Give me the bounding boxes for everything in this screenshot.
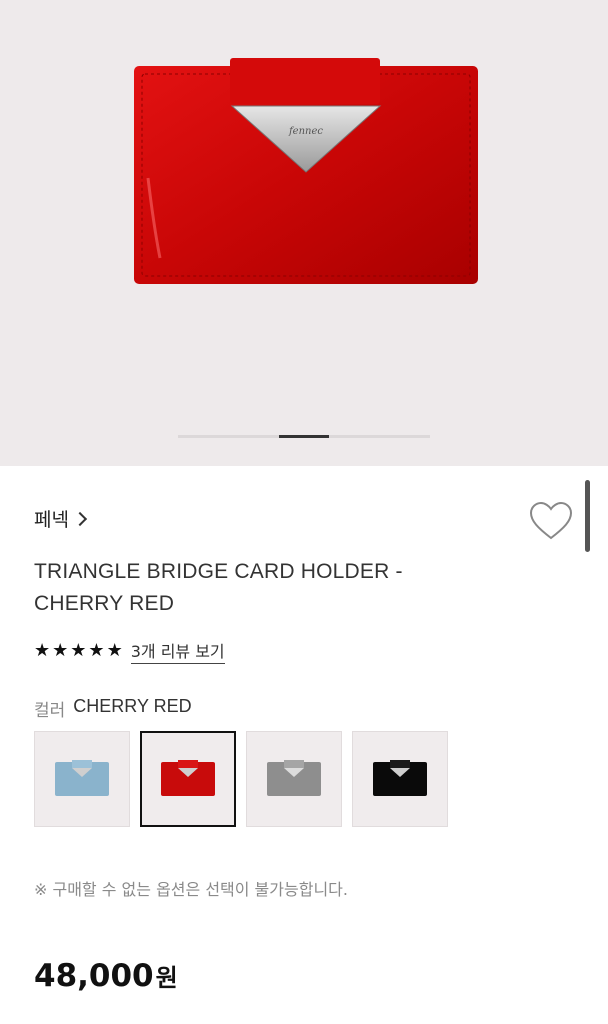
product-image-carousel[interactable]: fennec: [0, 0, 608, 466]
color-swatches: [34, 731, 448, 827]
swatch-image: [55, 760, 109, 796]
rating-row: ★ ★ ★ ★ ★ 3개 리뷰 보기: [34, 638, 225, 664]
star-icon: ★: [34, 640, 51, 661]
product-title-line2: CHERRY RED: [34, 592, 175, 615]
product-title-line1: TRIANGLE BRIDGE CARD HOLDER -: [34, 560, 403, 583]
carousel-pager-active: [279, 435, 329, 438]
carousel-pager: [178, 435, 430, 438]
price: 48,000 원: [34, 958, 178, 994]
logo-engraving: fennec: [288, 126, 323, 137]
star-icon: ★: [106, 640, 123, 661]
star-icon: ★: [70, 640, 87, 661]
star-icon: ★: [88, 640, 105, 661]
swatch-image: [267, 760, 321, 796]
product-title: TRIANGLE BRIDGE CARD HOLDER - CHERRY RED: [34, 556, 554, 620]
swatch-image: [373, 760, 427, 796]
swatch-sky-blue[interactable]: [34, 731, 130, 827]
swatch-black[interactable]: [352, 731, 448, 827]
star-rating: ★ ★ ★ ★ ★: [34, 641, 123, 661]
price-amount: 48,000: [34, 958, 154, 994]
brand-name: 페넥: [34, 509, 69, 531]
star-icon: ★: [52, 640, 69, 661]
option-notice: ※ 구매할 수 없는 옵션은 선택이 불가능합니다.: [34, 880, 348, 899]
heart-icon[interactable]: [528, 500, 574, 542]
scrollbar[interactable]: [585, 480, 590, 552]
product-image: fennec: [134, 58, 478, 284]
swatch-image: [161, 760, 215, 796]
color-label: 컬러: [34, 701, 66, 721]
swatch-silver[interactable]: [246, 731, 342, 827]
price-currency: 원: [155, 964, 178, 992]
swatch-cherry-red[interactable]: [140, 731, 236, 827]
brand-link[interactable]: 페넥: [34, 505, 88, 532]
chevron-right-icon: [72, 511, 88, 527]
review-link[interactable]: 3개 리뷰 보기: [130, 638, 225, 664]
color-option-label: 컬러 CHERRY RED: [34, 696, 192, 721]
color-value: CHERRY RED: [73, 696, 192, 716]
